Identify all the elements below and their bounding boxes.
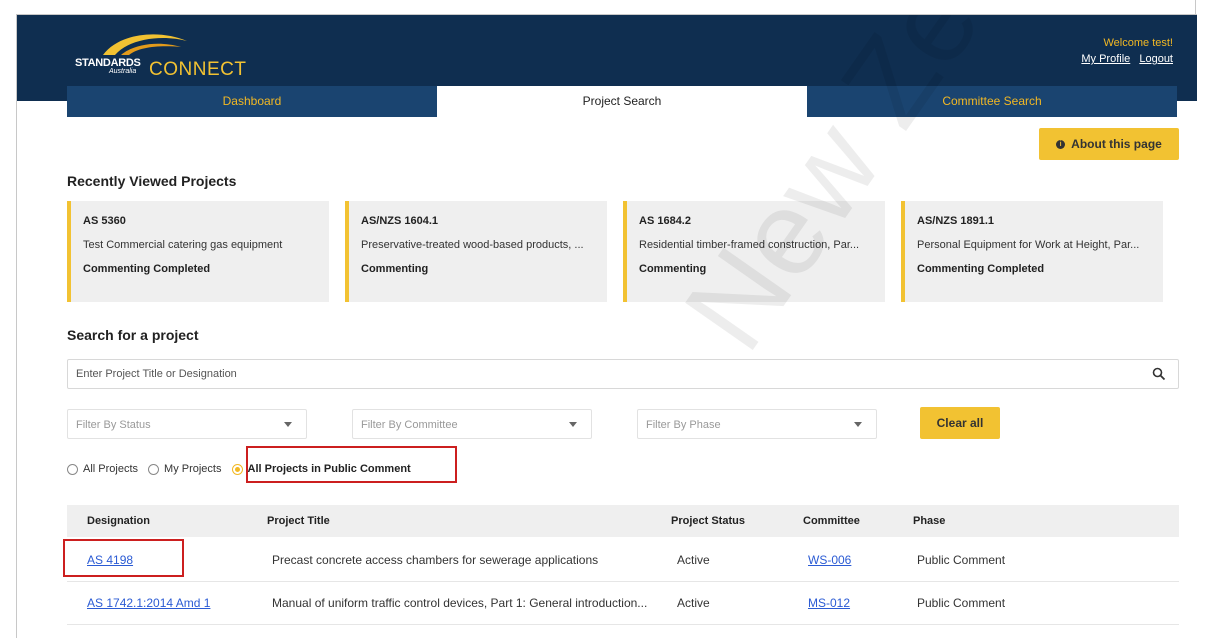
radio-my-projects[interactable]: My Projects <box>148 463 222 475</box>
committee-link[interactable]: MS-012 <box>808 596 850 610</box>
radio-checked-icon <box>231 463 243 475</box>
card-status: Commenting <box>639 263 707 275</box>
header-designation: Designation <box>87 515 150 527</box>
main-nav-tabs: Dashboard Project Search Committee Searc… <box>67 86 1179 117</box>
highlight-box <box>63 539 184 577</box>
card-status: Commenting Completed <box>83 263 211 275</box>
project-title-cell: Manual of uniform traffic control device… <box>272 596 648 610</box>
header-committee: Committee <box>803 515 860 527</box>
project-status-cell: Active <box>677 553 710 567</box>
chevron-down-icon <box>284 422 292 427</box>
frame-corner-line <box>1195 0 1196 14</box>
results-table-header: Designation Project Title Project Status… <box>67 505 1179 537</box>
chevron-down-icon <box>854 422 862 427</box>
designation-link[interactable]: AS 1742.1:2014 Amd 1 <box>87 596 210 610</box>
card-designation: AS/NZS 1891.1 <box>917 215 995 227</box>
radio-label: All Projects <box>83 463 139 475</box>
project-status-cell: Active <box>677 596 710 610</box>
about-this-page-button[interactable]: i About this page <box>1039 128 1179 160</box>
card-status: Commenting <box>361 263 429 275</box>
logo-australia-text: Australia <box>109 68 137 75</box>
card-status: Commenting Completed <box>917 263 1045 275</box>
recent-project-card[interactable]: AS/NZS 1891.1 Personal Equipment for Wor… <box>901 201 1163 302</box>
logo-connect-text: CONNECT <box>149 59 247 80</box>
recent-projects-title: Recently Viewed Projects <box>67 173 237 189</box>
info-icon: i <box>1056 139 1066 149</box>
user-welcome: Welcome test! My Profile Logout <box>1075 37 1173 65</box>
filter-by-phase-select[interactable]: Filter By Phase <box>637 409 877 439</box>
card-title: Test Commercial catering gas equipment <box>83 239 283 251</box>
tab-project-search[interactable]: Project Search <box>437 86 807 117</box>
card-designation: AS 1684.2 <box>639 215 691 227</box>
radio-label: My Projects <box>164 463 222 475</box>
recent-project-card[interactable]: AS 1684.2 Residential timber-framed cons… <box>623 201 885 302</box>
standards-connect-logo[interactable]: STANDARDS Australia CONNECT <box>69 29 249 80</box>
card-title: Residential timber-framed construction, … <box>639 239 860 251</box>
chevron-down-icon <box>569 422 577 427</box>
radio-circle-icon <box>67 463 78 475</box>
phase-cell: Public Comment <box>917 553 1006 567</box>
logo-swoosh-icon <box>103 34 187 55</box>
header-project-status: Project Status <box>671 515 745 527</box>
radio-circle-icon <box>148 463 160 475</box>
recent-project-card[interactable]: AS/NZS 1604.1 Preservative-treated wood-… <box>345 201 607 302</box>
highlight-box <box>246 446 457 483</box>
tab-dashboard[interactable]: Dashboard <box>67 86 437 117</box>
about-button-label: About this page <box>1071 137 1162 151</box>
radio-all-projects[interactable]: All Projects <box>67 463 138 475</box>
table-row: AS 4198 Precast concrete access chambers… <box>67 539 1179 582</box>
browser-frame: STANDARDS Australia CONNECT Welcome test… <box>16 14 1197 638</box>
card-title: Personal Equipment for Work at Height, P… <box>917 239 1140 251</box>
header-phase: Phase <box>913 515 946 527</box>
search-icon[interactable] <box>1152 367 1166 381</box>
welcome-text: Welcome test! <box>1103 37 1174 49</box>
card-designation: AS 5360 <box>83 215 126 227</box>
project-title-cell: Precast concrete access chambers for sew… <box>272 553 599 567</box>
recent-project-card[interactable]: AS 5360 Test Commercial catering gas equ… <box>67 201 329 302</box>
filter-status-label: Filter By Status <box>76 419 151 431</box>
committee-link[interactable]: WS-006 <box>808 553 851 567</box>
table-row: AS 1742.1:2014 Amd 1 Manual of uniform t… <box>67 582 1179 625</box>
filter-phase-label: Filter By Phase <box>646 419 721 431</box>
search-section-title: Search for a project <box>67 327 199 343</box>
phase-cell: Public Comment <box>917 596 1006 610</box>
project-search-box <box>67 359 1179 389</box>
my-profile-link[interactable]: My Profile <box>1081 53 1130 65</box>
logout-link[interactable]: Logout <box>1139 53 1173 65</box>
card-title: Preservative-treated wood-based products… <box>361 239 584 251</box>
tab-committee-search[interactable]: Committee Search <box>807 86 1177 117</box>
clear-all-button[interactable]: Clear all <box>920 407 1000 439</box>
filter-committee-label: Filter By Committee <box>361 419 458 431</box>
project-search-input[interactable] <box>68 360 1144 388</box>
header-project-title: Project Title <box>267 515 330 527</box>
card-designation: AS/NZS 1604.1 <box>361 215 439 227</box>
filter-by-committee-select[interactable]: Filter By Committee <box>352 409 592 439</box>
filter-by-status-select[interactable]: Filter By Status <box>67 409 307 439</box>
